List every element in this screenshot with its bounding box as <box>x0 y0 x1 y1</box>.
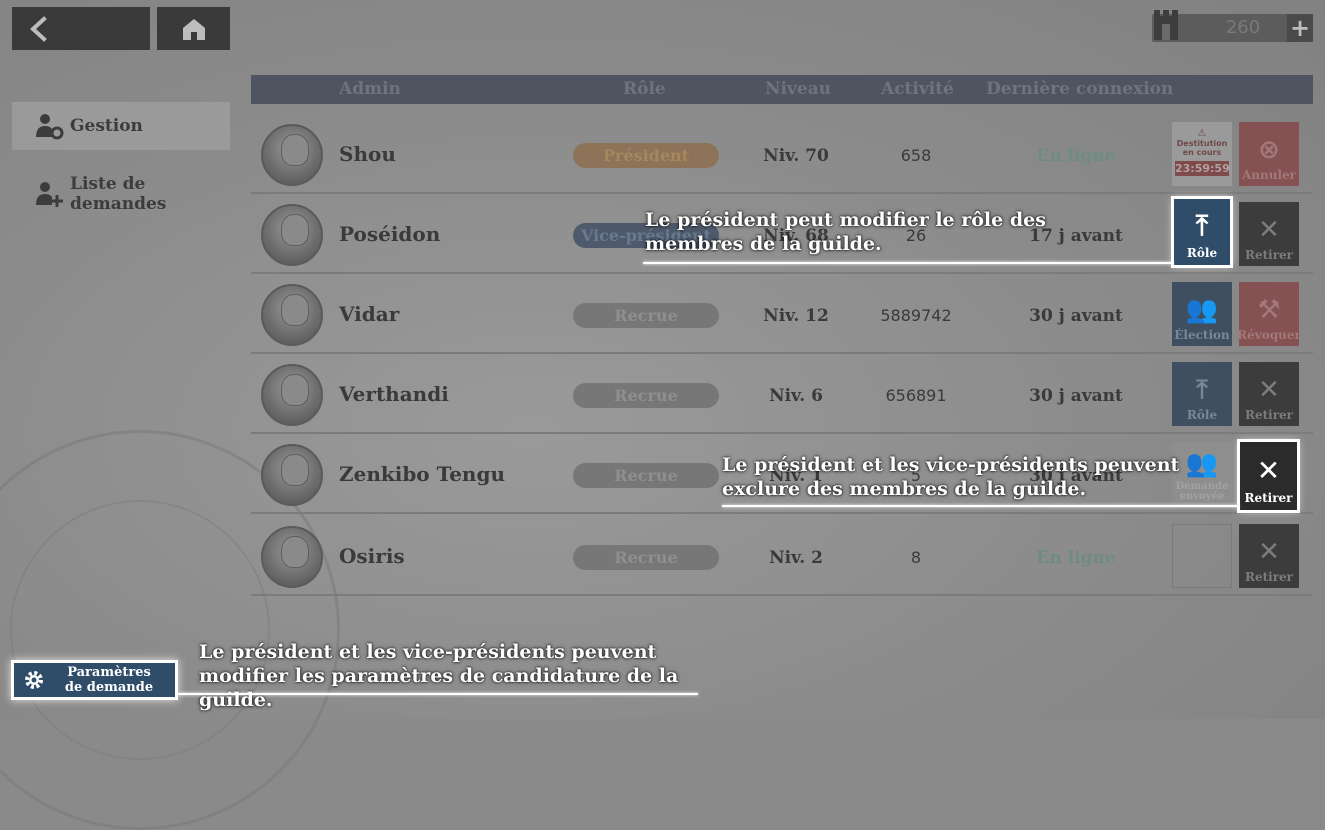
header-admin: Admin <box>339 79 401 99</box>
tutorial-tip-underline <box>178 693 698 695</box>
highlighted-kick-button[interactable]: ✕ Retirer <box>1237 439 1300 513</box>
avatar[interactable] <box>261 444 323 506</box>
member-name: Poséidon <box>339 222 441 246</box>
member-last-connection: En ligne <box>1036 548 1116 568</box>
kick-button[interactable]: ✕ Retirer <box>1239 362 1299 426</box>
tutorial-tip-underline <box>722 505 1239 507</box>
sidebar-item-gestion[interactable]: Gestion <box>12 102 230 150</box>
sidebar-item-label: Gestion <box>70 116 143 136</box>
currency-value: 260 <box>1225 17 1261 38</box>
member-activity: 8 <box>910 548 922 567</box>
member-name: Zenkibo Tengu <box>339 462 505 486</box>
member-level: Niv. 6 <box>769 386 823 406</box>
currency-display: 260 + <box>1152 10 1313 42</box>
member-name: Osiris <box>339 544 405 568</box>
member-level: Niv. 2 <box>769 548 823 568</box>
button-label: Retirer <box>1245 408 1293 422</box>
user-add-icon <box>34 179 64 209</box>
kick-button[interactable]: ✕ Retirer <box>1239 524 1299 588</box>
header-activity: Activité <box>881 79 954 99</box>
button-label: Retirer <box>1245 570 1293 584</box>
back-arrow-icon <box>30 15 47 42</box>
close-icon: ✕ <box>1256 454 1281 487</box>
promote-arrow-icon: ⤒ <box>1196 375 1208 405</box>
table-row: Verthandi Recrue Niv. 6 656891 30 j avan… <box>251 354 1313 434</box>
button-label-line2: de demande <box>64 680 154 695</box>
dismissal-status: ⚠ Destitution en cours 23:59:59 <box>1172 122 1232 186</box>
member-activity: 658 <box>900 146 932 165</box>
button-label: Révoquer <box>1237 328 1301 342</box>
button-label: Annuler <box>1242 168 1296 182</box>
member-name: Verthandi <box>339 382 449 406</box>
role-badge: Recrue <box>573 303 719 328</box>
table-row: Vidar Recrue Niv. 12 5889742 30 j avant … <box>251 274 1313 354</box>
tutorial-tip-params: Le président et les vice-présidents peuv… <box>199 641 679 711</box>
close-icon: ✕ <box>1258 215 1280 245</box>
sidebar-item-liste-de-demandes[interactable]: Liste de demandes <box>12 170 230 218</box>
castle-currency-icon <box>1154 10 1178 40</box>
election-icon: 👥 <box>1185 295 1219 325</box>
table-row: Osiris Recrue Niv. 2 8 En ligne ✕ Retire… <box>251 516 1313 596</box>
kick-button[interactable]: ✕ Retirer <box>1239 202 1299 266</box>
add-currency-button[interactable]: + <box>1287 14 1313 42</box>
tutorial-tip-role: Le président peut modifier le rôle des m… <box>645 209 1046 255</box>
promote-arrow-icon: ⤒ <box>1195 209 1209 242</box>
dismissal-title: Destitution en cours <box>1176 139 1228 157</box>
change-role-button[interactable]: ⤒ Rôle <box>1172 362 1232 426</box>
home-button[interactable] <box>157 7 230 50</box>
button-label: Rôle <box>1186 408 1218 422</box>
member-activity: 656891 <box>885 386 947 405</box>
table-row: Shou Président Niv. 70 658 En ligne ⚠ De… <box>251 114 1313 194</box>
revoke-button[interactable]: ⚒ Révoquer <box>1237 282 1301 346</box>
avatar[interactable] <box>261 124 323 186</box>
member-last-connection: 30 j avant <box>1029 306 1123 326</box>
highlighted-role-button[interactable]: ⤒ Rôle <box>1171 196 1233 268</box>
button-label: Élection <box>1174 328 1230 342</box>
button-label-line1: Paramètres <box>67 665 151 680</box>
application-settings-button[interactable]: Paramètres de demande <box>11 660 178 700</box>
button-label: Retirer <box>1245 248 1293 262</box>
member-name: Shou <box>339 142 396 166</box>
background-emblem-inner <box>10 500 270 760</box>
cancel-icon: ⊗ <box>1258 135 1280 165</box>
cancel-dismissal-button[interactable]: ⊗ Annuler <box>1239 122 1299 186</box>
empty-action-slot <box>1172 524 1232 588</box>
dismissal-timer: 23:59:59 <box>1175 161 1230 176</box>
close-icon: ✕ <box>1258 375 1280 405</box>
button-label: Rôle <box>1186 246 1218 260</box>
back-button[interactable] <box>12 7 150 50</box>
gear-icon <box>14 668 54 692</box>
warning-icon: ⚠ <box>1197 128 1207 139</box>
member-last-connection: 30 j avant <box>1029 386 1123 406</box>
header-role: Rôle <box>623 79 666 99</box>
avatar[interactable] <box>261 284 323 346</box>
tutorial-tip-underline <box>643 262 1173 264</box>
sidebar-item-label: Liste de demandes <box>70 174 167 214</box>
user-gear-icon <box>34 111 64 141</box>
avatar[interactable] <box>261 364 323 426</box>
member-level: Niv. 70 <box>763 146 829 166</box>
role-badge: Recrue <box>573 545 719 570</box>
member-level: Niv. 12 <box>763 306 829 326</box>
tutorial-tip-kick: Le président et les vice-présidents peuv… <box>722 454 1180 500</box>
avatar[interactable] <box>261 204 323 266</box>
button-label: Paramètres de demande <box>54 665 164 695</box>
member-name: Vidar <box>339 302 400 326</box>
election-button[interactable]: 👥 Élection <box>1172 282 1232 346</box>
election-icon: 👥 <box>1185 449 1219 479</box>
role-badge: Président <box>573 143 719 168</box>
role-badge: Recrue <box>573 463 719 488</box>
close-icon: ✕ <box>1258 537 1280 567</box>
header-level: Niveau <box>765 79 832 99</box>
avatar[interactable] <box>261 526 323 588</box>
member-last-connection: En ligne <box>1036 146 1116 166</box>
role-badge: Recrue <box>573 383 719 408</box>
member-activity: 5889742 <box>880 306 952 325</box>
header-last-connection: Dernière connexion <box>986 79 1174 99</box>
home-icon <box>182 18 205 40</box>
members-table-header: Admin Rôle Niveau Activité Dernière conn… <box>251 75 1313 104</box>
gavel-icon: ⚒ <box>1257 295 1281 325</box>
button-label: Retirer <box>1244 491 1293 505</box>
